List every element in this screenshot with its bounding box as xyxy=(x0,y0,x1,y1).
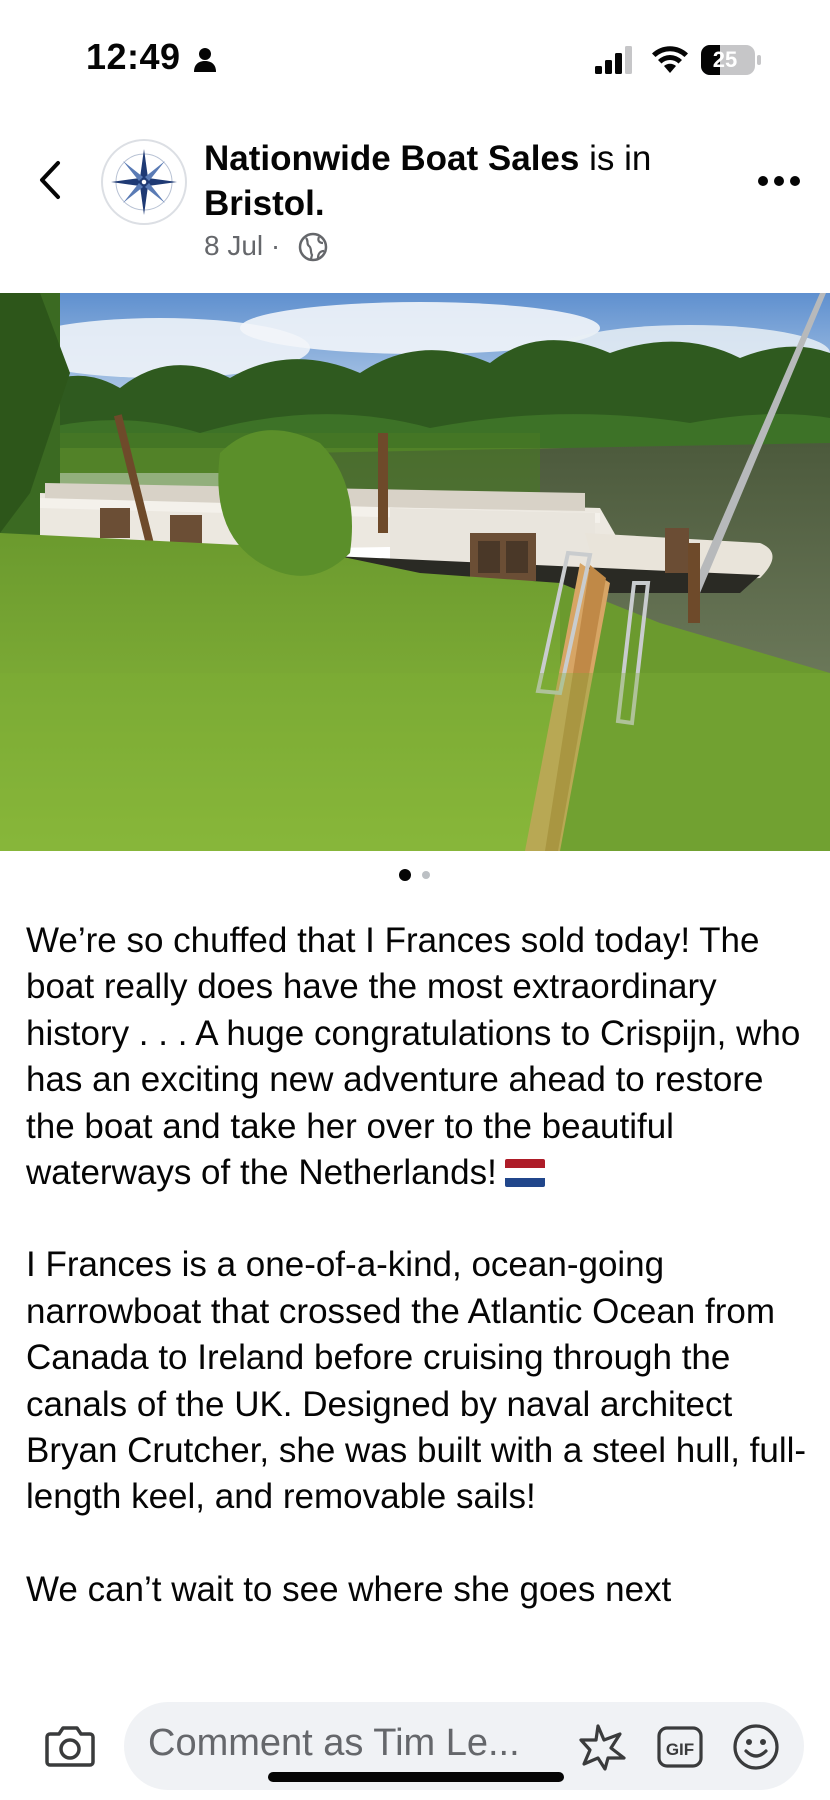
comment-placeholder[interactable]: Comment as Tim Le... xyxy=(148,1722,520,1765)
paragraph-text: We’re so chuffed that I Frances sold tod… xyxy=(26,921,801,1193)
post-meta: 8 Jul · xyxy=(204,230,280,262)
emoji-icon[interactable] xyxy=(731,1722,781,1772)
netherlands-flag-icon xyxy=(504,1159,545,1188)
status-time: 12:49 xyxy=(86,36,181,77)
location-link[interactable]: Bristol xyxy=(204,184,315,223)
post-paragraph: I Frances is a one-of-a-kind, ocean-goin… xyxy=(26,1245,807,1517)
post-title: Nationwide Boat Sales is in Bristol. xyxy=(204,136,724,226)
back-button[interactable] xyxy=(30,155,70,205)
carousel-dot-active xyxy=(399,869,411,881)
post-body: We’re so chuffed that I Frances sold tod… xyxy=(26,918,816,1688)
page-name-link[interactable]: Nationwide Boat Sales xyxy=(204,139,579,178)
person-icon xyxy=(194,48,216,72)
post-date[interactable]: 8 Jul xyxy=(204,230,263,261)
page-avatar[interactable] xyxy=(101,139,187,225)
sticker-icon[interactable] xyxy=(578,1722,628,1772)
compass-logo xyxy=(111,149,177,215)
post-photo[interactable] xyxy=(0,293,830,851)
home-indicator[interactable] xyxy=(268,1772,564,1782)
post-paragraph: We’re so chuffed that I Frances sold tod… xyxy=(26,918,816,1196)
more-options-button[interactable] xyxy=(756,166,802,196)
narrowboat-photo xyxy=(0,293,830,851)
location-prefix: is in xyxy=(579,139,652,178)
gif-icon[interactable]: GIF xyxy=(656,1725,704,1769)
carousel-dot xyxy=(422,871,430,879)
camera-icon[interactable] xyxy=(44,1722,96,1770)
battery-level: 25 xyxy=(712,47,738,72)
globe-icon xyxy=(298,232,328,262)
wifi-icon xyxy=(652,46,688,73)
location-suffix: . xyxy=(314,184,325,223)
gif-label: GIF xyxy=(666,1740,694,1759)
post-paragraph: We can’t wait to see where she goes next xyxy=(26,1569,672,1609)
meta-separator: · xyxy=(263,230,281,261)
signal-icon xyxy=(595,46,632,74)
